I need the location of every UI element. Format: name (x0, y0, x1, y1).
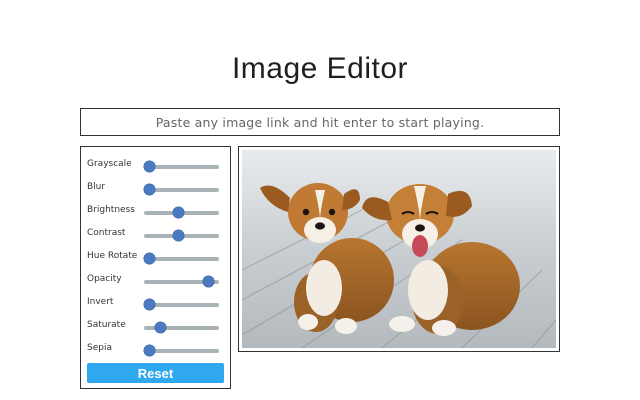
filter-row-blur: Blur (87, 180, 227, 200)
slider-thumb[interactable] (143, 253, 155, 264)
slider-track[interactable] (144, 276, 219, 287)
image-preview-frame (238, 146, 560, 352)
filter-row-opacity: Opacity (87, 272, 227, 292)
slider-track[interactable] (143, 161, 219, 172)
reset-button[interactable]: Reset (87, 363, 224, 383)
filter-row-hue-rotate: Hue Rotate (87, 249, 227, 269)
slider-thumb[interactable] (172, 207, 184, 218)
filter-label: Sepia (87, 343, 112, 353)
slider-thumb[interactable] (172, 230, 184, 241)
slider-thumb[interactable] (143, 184, 155, 195)
filter-label: Grayscale (87, 159, 132, 169)
slider-track[interactable] (143, 299, 219, 310)
filter-controls-panel: Grayscale Blur Brightness Contrast Hue R… (80, 146, 231, 389)
filter-label: Brightness (87, 205, 135, 215)
slider-track[interactable] (144, 207, 219, 218)
filter-label: Opacity (87, 274, 122, 284)
filter-row-invert: Invert (87, 295, 227, 315)
filter-row-grayscale: Grayscale (87, 157, 227, 177)
filter-label: Invert (87, 297, 114, 307)
filter-row-brightness: Brightness (87, 203, 227, 223)
slider-track[interactable] (143, 345, 219, 356)
page-title: Image Editor (231, 52, 409, 85)
filter-label: Hue Rotate (87, 251, 138, 261)
slider-track[interactable] (143, 253, 219, 264)
filter-label: Saturate (87, 320, 126, 330)
filter-label: Blur (87, 182, 106, 192)
slider-thumb[interactable] (143, 161, 155, 172)
preview-image (242, 150, 556, 348)
slider-track[interactable] (143, 184, 219, 195)
slider-thumb[interactable] (143, 299, 155, 310)
image-url-input[interactable] (80, 108, 560, 136)
slider-thumb[interactable] (203, 276, 215, 287)
slider-thumb[interactable] (155, 322, 167, 333)
slider-track[interactable] (144, 322, 219, 333)
slider-track[interactable] (144, 230, 219, 241)
filter-row-saturate: Saturate (87, 318, 227, 338)
filter-row-sepia: Sepia (87, 341, 227, 361)
slider-thumb[interactable] (143, 345, 155, 356)
filter-row-contrast: Contrast (87, 226, 227, 246)
filter-label: Contrast (87, 228, 126, 238)
